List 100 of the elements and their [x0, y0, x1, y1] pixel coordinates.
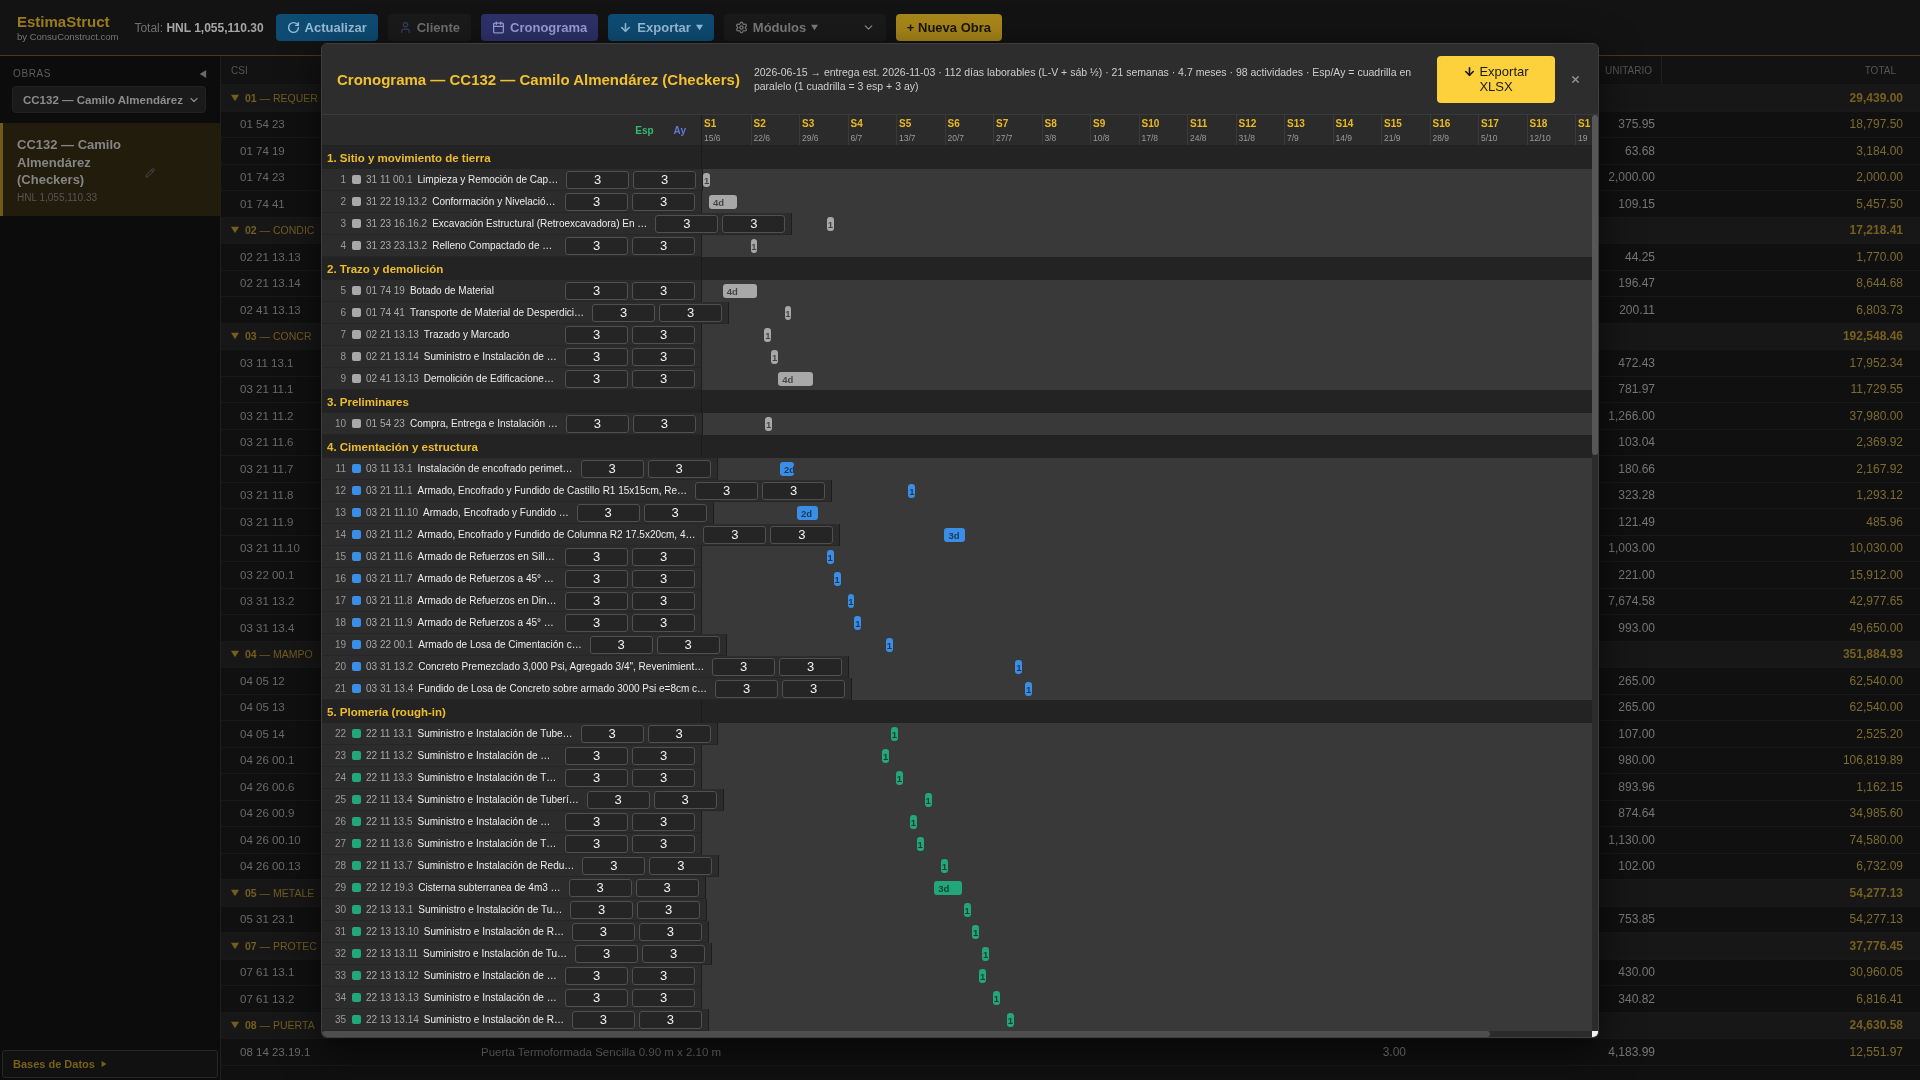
close-icon[interactable]	[1570, 73, 1581, 85]
caret-down-icon[interactable]	[231, 332, 239, 341]
project-card[interactable]: CC132 — Camilo Almendárez (Checkers) HNL 1,055,110.33	[0, 123, 220, 216]
esp-input[interactable]: 3	[565, 347, 628, 366]
ay-input[interactable]: 3	[632, 192, 695, 211]
ay-input[interactable]: 3	[633, 170, 697, 189]
esp-input[interactable]: 3	[586, 790, 650, 809]
esp-input[interactable]: 3	[715, 679, 779, 698]
esp-input[interactable]: 3	[568, 878, 632, 897]
esp-input[interactable]: 3	[565, 325, 628, 344]
ay-input[interactable]: 3	[635, 878, 699, 897]
ay-input[interactable]: 3	[643, 503, 707, 522]
scrollbar-thumb[interactable]	[1592, 115, 1598, 455]
ay-input[interactable]: 3	[770, 525, 834, 544]
ay-input[interactable]: 3	[659, 303, 723, 322]
ay-input[interactable]: 3	[632, 966, 695, 985]
ay-input[interactable]: 3	[638, 1010, 702, 1029]
esp-input[interactable]: 3	[582, 856, 646, 875]
unit-price-cell: 265.00	[1618, 700, 1655, 715]
ay-input[interactable]: 3	[637, 900, 701, 919]
week-label: S9	[1093, 118, 1106, 130]
esp-input[interactable]: 3	[580, 459, 644, 478]
esp-input[interactable]: 3	[712, 657, 776, 676]
esp-input[interactable]: 3	[565, 768, 628, 787]
ay-input[interactable]: 3	[649, 856, 713, 875]
ay-input[interactable]: 3	[653, 790, 717, 809]
esp-input[interactable]: 3	[695, 481, 759, 500]
ay-input[interactable]: 3	[632, 414, 696, 433]
new-project-button[interactable]: + Nueva Obra	[895, 14, 1002, 41]
esp-input[interactable]: 3	[565, 547, 628, 566]
ay-input[interactable]: 3	[632, 569, 695, 588]
esp-input[interactable]: 3	[566, 170, 630, 189]
ay-input[interactable]: 3	[632, 591, 695, 610]
ay-input[interactable]: 3	[632, 812, 695, 831]
gantt-bar: 1	[909, 815, 917, 829]
row-number: 28	[333, 860, 346, 871]
esp-input[interactable]: 3	[580, 724, 644, 743]
ay-input[interactable]: 3	[632, 834, 695, 853]
refresh-button[interactable]: Actualizar	[275, 14, 378, 41]
export-menu-button[interactable]: Exportar	[608, 14, 714, 41]
ay-input[interactable]: 3	[779, 657, 843, 676]
ay-input[interactable]: 3	[642, 944, 706, 963]
schedule-button[interactable]: Cronograma	[481, 14, 599, 41]
ay-input[interactable]: 3	[782, 679, 846, 698]
ay-input[interactable]: 3	[632, 325, 695, 344]
esp-input[interactable]: 3	[565, 414, 629, 433]
esp-input[interactable]: 3	[565, 613, 628, 632]
ay-input[interactable]: 3	[632, 236, 695, 255]
caret-down-icon[interactable]	[231, 93, 239, 102]
esp-input[interactable]: 3	[565, 988, 628, 1007]
ay-input[interactable]: 3	[647, 724, 711, 743]
ay-input[interactable]: 3	[722, 214, 786, 233]
ay-input[interactable]: 3	[647, 459, 711, 478]
esp-input[interactable]: 3	[565, 812, 628, 831]
week-label: S3	[802, 118, 815, 130]
esp-input[interactable]: 3	[576, 503, 640, 522]
export-xlsx-button[interactable]: Exportar XLSX	[1437, 55, 1555, 103]
csi-code: 02 21 13.14	[240, 277, 301, 290]
ay-input[interactable]: 3	[632, 281, 695, 300]
scrollbar-thumb[interactable]	[322, 1031, 1491, 1037]
caret-down-icon[interactable]	[231, 226, 239, 235]
ay-input[interactable]: 3	[632, 988, 695, 1007]
pencil-icon[interactable]	[145, 168, 155, 178]
modules-menu[interactable]: Módulos	[723, 14, 886, 41]
row-number: 31	[333, 926, 346, 937]
esp-input[interactable]: 3	[589, 635, 653, 654]
esp-input[interactable]: 3	[571, 922, 635, 941]
ay-input[interactable]: 3	[656, 635, 720, 654]
row-number: 2	[339, 196, 346, 207]
esp-input[interactable]: 3	[565, 834, 628, 853]
gantt-bar: 1	[963, 903, 971, 917]
esp-input[interactable]: 3	[570, 900, 634, 919]
esp-input[interactable]: 3	[565, 236, 628, 255]
esp-input[interactable]: 3	[565, 591, 628, 610]
caret-down-icon[interactable]	[231, 1021, 239, 1030]
caret-down-icon[interactable]	[231, 888, 239, 897]
esp-input[interactable]: 3	[655, 214, 719, 233]
esp-input[interactable]: 3	[703, 525, 767, 544]
esp-input[interactable]: 3	[565, 369, 628, 388]
ay-input[interactable]: 3	[632, 746, 695, 765]
esp-input[interactable]: 3	[565, 281, 628, 300]
csi-code: 31 11 00.1	[366, 174, 413, 185]
ay-input[interactable]: 3	[638, 922, 702, 941]
caret-down-icon[interactable]	[231, 941, 239, 950]
ay-input[interactable]: 3	[632, 369, 695, 388]
caret-down-icon[interactable]	[231, 650, 239, 659]
ay-input[interactable]: 3	[632, 768, 695, 787]
esp-input[interactable]: 3	[565, 746, 628, 765]
esp-input[interactable]: 3	[565, 569, 628, 588]
ay-input[interactable]: 3	[632, 613, 695, 632]
esp-input[interactable]: 3	[571, 1010, 635, 1029]
ay-input[interactable]: 3	[762, 481, 826, 500]
ay-input[interactable]: 3	[632, 347, 695, 366]
project-select[interactable]: CC132 — Camilo Almendárez	[12, 86, 206, 113]
ay-input[interactable]: 3	[632, 547, 695, 566]
esp-input[interactable]: 3	[565, 192, 628, 211]
esp-input[interactable]: 3	[592, 303, 656, 322]
esp-input[interactable]: 3	[565, 966, 628, 985]
esp-input[interactable]: 3	[575, 944, 639, 963]
collapse-icon[interactable]	[199, 70, 207, 78]
